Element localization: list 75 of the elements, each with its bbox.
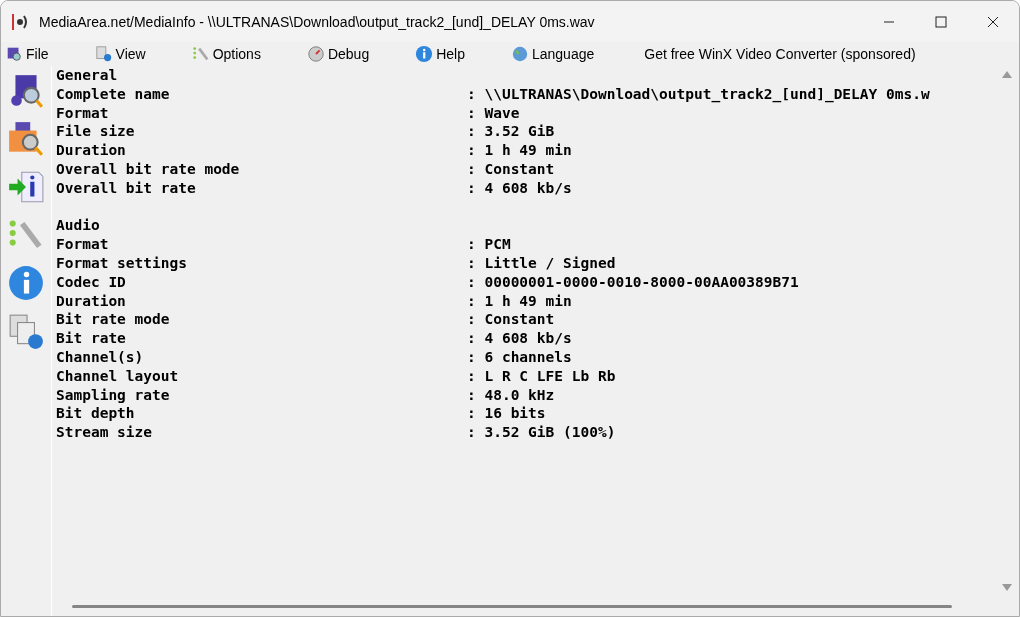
field-value: 00000001-0000-0010-8000-00AA00389B71: [484, 272, 799, 292]
field-name: Format: [56, 235, 110, 254]
separator: :: [467, 141, 476, 160]
menu-item[interactable]: Options: [187, 45, 265, 63]
field-value: Wave: [484, 103, 520, 123]
maximize-icon: [935, 15, 947, 28]
field-name: Format: [56, 103, 110, 123]
field-value: 3.52 GiB (100%): [484, 423, 616, 442]
field-name: Bit depth: [56, 404, 136, 424]
field-name: Format settings: [56, 253, 188, 273]
window-title: MediaArea.net/MediaInfo - \\ULTRANAS\Download\output_track2_[und]_DELAY 0ms.wav: [39, 13, 596, 30]
section-title: General: [56, 66, 118, 85]
field-value: L R C LFE Lb Rb: [484, 366, 616, 386]
field-value: Constant: [484, 310, 555, 330]
field-name: Bit rate mode: [56, 310, 171, 330]
separator: :: [467, 404, 476, 424]
field-name: Stream size: [56, 423, 154, 442]
field-name: Complete name: [56, 84, 171, 104]
documents-icon: [94, 45, 113, 63]
field-value: 3.52 GiB: [484, 122, 555, 142]
separator: :: [467, 253, 476, 273]
menu-item[interactable]: Get free WinX Video Converter (sponsored): [640, 46, 920, 62]
separator: :: [467, 423, 476, 442]
separator: :: [467, 385, 476, 405]
field-name: Bit rate: [56, 329, 127, 348]
field-name: Overall bit rate mode: [56, 160, 241, 179]
documents-globe-icon[interactable]: [7, 312, 45, 350]
field-value: 4 608 kb/s: [484, 329, 572, 348]
field-name: Duration: [56, 291, 127, 311]
field-name: File size: [56, 122, 136, 142]
gauge-icon: [306, 45, 325, 63]
field-value: PCM: [484, 235, 511, 254]
separator: :: [467, 291, 476, 311]
field-value: 4 608 kb/s: [484, 178, 572, 198]
separator: :: [467, 122, 476, 142]
folder-search-icon[interactable]: [7, 120, 45, 158]
menu-item[interactable]: Debug: [302, 45, 374, 63]
separator: :: [467, 235, 476, 254]
field-value: Constant: [484, 160, 555, 179]
separator: :: [467, 329, 476, 348]
section-title: Audio: [56, 216, 100, 236]
field-name: Channel layout: [56, 366, 180, 386]
separator: :: [467, 366, 476, 386]
separator: :: [467, 84, 476, 104]
menu-item[interactable]: Language: [506, 45, 599, 63]
scroll-up-icon[interactable]: [1002, 70, 1012, 78]
separator: :: [467, 160, 476, 179]
field-value: 1 h 49 min: [484, 141, 572, 160]
info-icon[interactable]: [7, 264, 45, 302]
separator: :: [467, 272, 476, 292]
field-name: Duration: [56, 141, 127, 160]
globe-icon: [510, 45, 529, 63]
menu-item[interactable]: Help: [411, 45, 469, 63]
field-value: 1 h 49 min: [484, 291, 572, 311]
menu-item[interactable]: View: [90, 45, 150, 63]
separator: :: [467, 103, 476, 123]
close-icon: [987, 15, 999, 28]
field-name: Overall bit rate: [56, 178, 197, 198]
field-name: Codec ID: [56, 272, 127, 292]
separator: :: [467, 178, 476, 198]
field-value: 16 bits: [484, 404, 546, 424]
scrollbar-thumb[interactable]: [72, 604, 952, 608]
separator: :: [467, 347, 476, 367]
menu-item[interactable]: File: [1, 45, 53, 63]
info-icon: [415, 45, 434, 63]
scroll-down-icon[interactable]: [1002, 584, 1012, 592]
field-name: Channel(s): [56, 347, 145, 367]
field-value: Little / Signed: [484, 253, 616, 273]
field-name: Sampling rate: [56, 385, 171, 405]
wrench-list-icon: [191, 45, 210, 63]
field-value: \\ULTRANAS\Download\output_track2_[und]_DELAY 0ms.w: [484, 84, 930, 104]
field-value: 48.0 kHz: [484, 385, 555, 405]
media-search-icon: [5, 45, 23, 63]
field-value: 6 channels: [484, 347, 572, 367]
separator: :: [467, 310, 476, 330]
